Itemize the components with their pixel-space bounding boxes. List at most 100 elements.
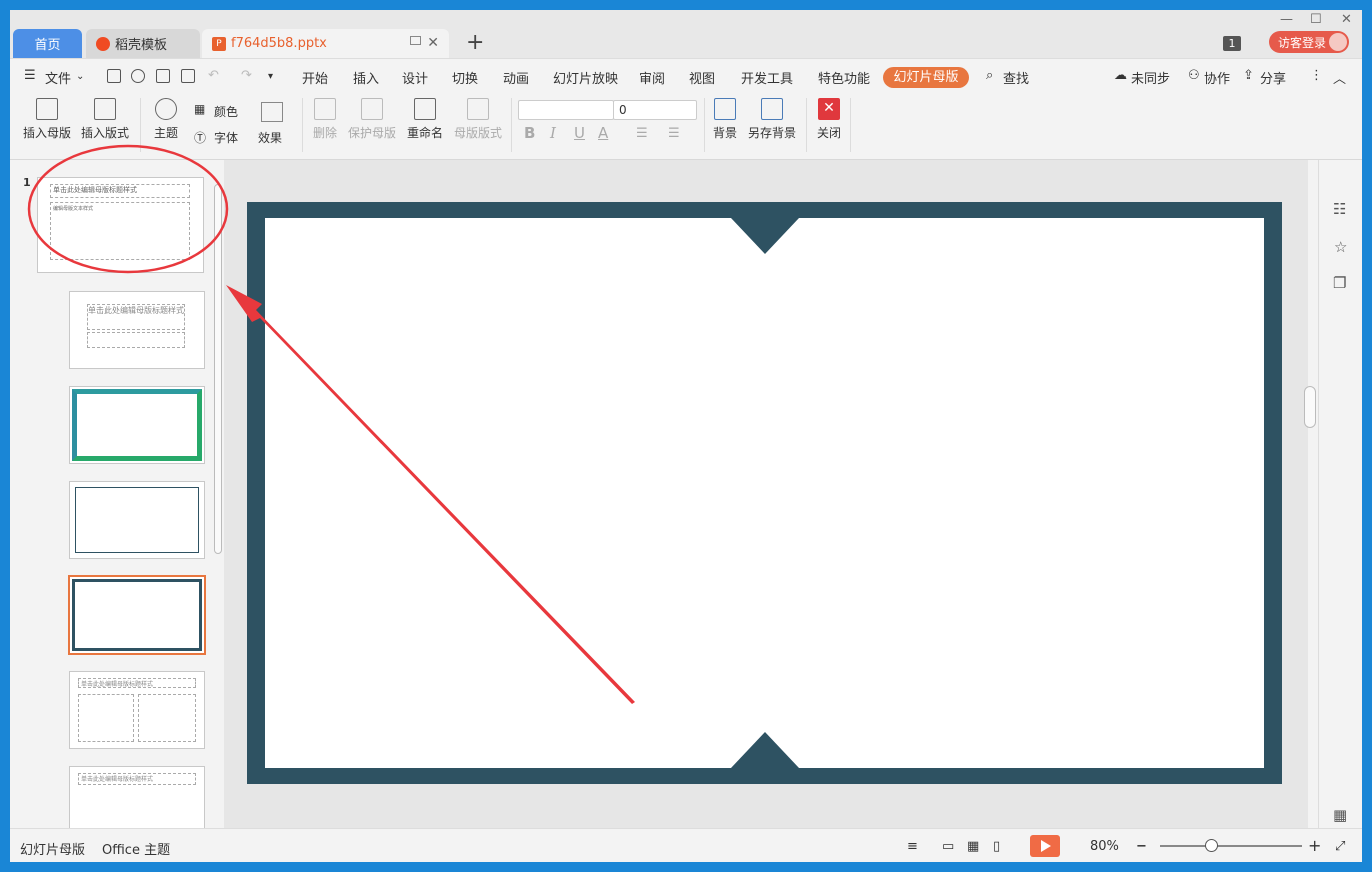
menu-start[interactable]: 开始 [302,68,328,87]
share-icon[interactable]: ⇪ [1243,68,1254,83]
background-button[interactable]: 背景 [710,98,740,141]
save-icon[interactable] [107,69,121,83]
print-preview-icon[interactable] [181,69,195,83]
collab-button[interactable]: 协作 [1204,68,1230,87]
zoom-out-icon[interactable]: − [1136,839,1147,854]
menu-transition[interactable]: 切换 [452,68,478,87]
close-tab-icon[interactable]: ✕ [427,35,439,51]
menu-view[interactable]: 视图 [689,68,715,87]
font-color-button[interactable]: A [598,124,608,142]
cloud-sync-icon[interactable]: ☁ [1114,68,1127,83]
canvas-scrollbar-thumb[interactable] [1304,386,1316,428]
collapse-ribbon-icon[interactable]: ︿ [1333,68,1346,87]
thumbnail-scrollbar[interactable] [212,170,222,818]
maximize-icon[interactable]: ☐ [1310,12,1322,27]
delete-button[interactable]: 删除 [310,98,340,141]
bold-button[interactable]: B [524,124,535,142]
delete-label: 删除 [312,126,337,140]
collab-icon[interactable]: ⚇ [1188,68,1200,83]
master-thumbnail[interactable]: 单击此处编辑母版标题样式 编辑母版文本样式 [37,177,204,273]
menu-animation[interactable]: 动画 [503,68,529,87]
menu-special[interactable]: 特色功能 [818,68,870,87]
menu-search[interactable]: 查找 [1003,68,1029,87]
fit-window-icon[interactable]: ⤢ [1335,839,1345,854]
colors-button[interactable]: 颜色 [214,103,238,120]
export-icon[interactable] [131,69,145,83]
print-icon[interactable] [156,69,170,83]
notes-icon[interactable]: ≡ [907,839,918,854]
tab-daoke[interactable]: 稻壳模板 [86,29,200,58]
normal-view-icon[interactable]: ▭ [942,839,954,854]
quick-access-dropdown-icon[interactable]: ▾ [268,71,273,82]
hamburger-icon[interactable]: ☰ [24,68,36,83]
thumb-body-placeholder: 编辑母版文本样式 [50,202,190,260]
layout-thumbnail[interactable]: 单击此处编辑母版标题样式 [69,766,205,828]
insert-master-icon [36,98,58,120]
zoom-in-icon[interactable]: + [1308,836,1321,855]
insert-layout-button[interactable]: 插入版式 [80,98,130,141]
window-pin-icon[interactable] [410,36,421,45]
thumb-content-placeholder [138,694,196,742]
reading-view-icon[interactable]: ▯ [993,839,1000,854]
layout-thumbnail[interactable]: 单击此处编辑母版标题样式 [69,291,205,369]
play-slideshow-button[interactable] [1030,835,1060,857]
zoom-level[interactable]: 80% [1090,839,1119,854]
scrollbar-thumb[interactable] [214,184,222,554]
new-tab-button[interactable]: + [466,32,484,54]
grid-icon[interactable]: ▦ [1333,806,1347,824]
star-icon[interactable]: ☆ [1334,238,1347,256]
menu-developer[interactable]: 开发工具 [741,68,793,87]
menu-design[interactable]: 设计 [402,68,428,87]
slide-master-canvas[interactable] [247,202,1282,784]
font-name-select[interactable] [518,100,614,120]
layout-thumbnail[interactable] [69,481,205,559]
font-size-select[interactable]: 0 [613,100,697,120]
sync-status[interactable]: 未同步 [1131,68,1170,87]
menu-file[interactable]: 文件 [45,68,71,87]
close-master-button[interactable]: ✕ 关闭 [814,98,844,141]
menu-slideshow[interactable]: 幻灯片放映 [553,68,618,87]
underline-button[interactable]: U [574,124,585,142]
menu-review[interactable]: 审阅 [639,68,665,87]
insert-master-button[interactable]: 插入母版 [22,98,72,141]
thumb-content-placeholder [78,694,134,742]
effects-button[interactable]: 效果 [258,129,282,146]
italic-button[interactable]: I [550,124,556,142]
settings-sliders-icon[interactable]: ☷ [1333,200,1346,218]
search-icon[interactable]: ⌕ [986,68,993,83]
save-background-button[interactable]: 另存背景 [746,98,798,141]
minimize-icon[interactable]: — [1280,12,1293,27]
more-icon[interactable]: ⋮ [1310,68,1323,83]
slide-content-area[interactable] [265,218,1264,768]
tab-home[interactable]: 首页 [13,29,82,58]
zoom-slider-knob[interactable] [1205,839,1218,852]
layout-thumbnail-selected[interactable] [68,575,206,655]
insert-layout-icon [94,98,116,120]
pptx-file-icon: P [212,36,226,51]
layout-thumbnail[interactable] [69,386,205,464]
menu-insert[interactable]: 插入 [353,68,379,87]
sorter-view-icon[interactable]: ▦ [967,839,979,854]
copy-icon[interactable]: ❐ [1333,274,1346,292]
tab-document[interactable]: P f764d5b8.pptx ✕ [202,29,449,58]
fonts-button[interactable]: 字体 [214,129,238,146]
menu-slide-master[interactable]: 幻灯片母版 [883,67,969,88]
bullets-icon[interactable]: ☰ [636,126,648,141]
fonts-icon[interactable]: Ⓣ [194,129,206,146]
rename-button[interactable]: 重命名 [404,98,446,141]
protect-master-button[interactable]: 保护母版 [346,98,398,141]
thumb-title-placeholder: 单击此处编辑母版标题样式 [50,184,190,198]
redo-icon[interactable]: ↷ [241,68,252,83]
undo-icon[interactable]: ↶ [208,68,219,83]
numbering-icon[interactable]: ☰ [668,126,680,141]
notification-badge[interactable]: 1 [1223,36,1241,51]
master-layout-button[interactable]: 母版版式 [452,98,504,141]
colors-icon[interactable]: ▦ [194,102,205,116]
share-button[interactable]: 分享 [1260,68,1286,87]
visitor-login-button[interactable]: 访客登录 [1269,31,1349,53]
zoom-slider[interactable] [1160,845,1302,847]
theme-button[interactable]: 主题 [148,98,184,141]
chevron-down-icon[interactable]: ⌄ [76,71,84,82]
close-window-icon[interactable]: ✕ [1341,12,1352,27]
layout-thumbnail[interactable]: 单击此处编辑母版标题样式 [69,671,205,749]
